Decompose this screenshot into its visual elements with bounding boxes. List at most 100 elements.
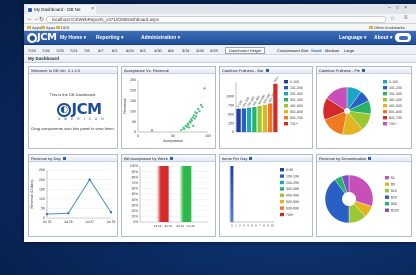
legend-label: 300-399: [286, 187, 299, 191]
legend-label: 601-700: [389, 116, 402, 120]
legend-label: 500-599: [286, 200, 299, 204]
x-tick-label: 0: [231, 224, 233, 228]
legend-swatch: [280, 200, 284, 204]
y-tick-label: 100%: [130, 164, 138, 168]
legend-swatch: [383, 104, 387, 108]
nav-language[interactable]: Language ▾: [339, 35, 367, 41]
legend-swatch: [383, 116, 387, 120]
legend-label: 201-300: [290, 92, 303, 96]
legend-label: 701+: [389, 122, 397, 126]
date-filter-1[interactable]: 7/26: [42, 48, 50, 53]
dashboard-toolbar: 7/29 7/26 7/25 7/21 7/8 5/7 6/1 6/24 8/3 4/30 8/8 3…: [24, 45, 416, 55]
close-tab-icon[interactable]: ×: [91, 5, 94, 14]
date-filter-0[interactable]: 7/29: [28, 48, 36, 53]
app-header: ● JCM My Home ▾ Reporting ▾ Administratio…: [24, 31, 416, 45]
pie-hole: [342, 192, 356, 206]
x-tick-label: Jul 23: [43, 220, 52, 224]
nav-administration[interactable]: Administration ▾: [141, 35, 180, 41]
bill-acceptance-bar-chart: 0%10% 20% 30%40% 50%60% 70% 80%90% 100% Jul 16 …: [130, 164, 208, 228]
cashbox-bar-chart: 0 250 500 750 1000 0-100 101-200 201-300 301-400…: [226, 75, 303, 134]
export-icon[interactable]: [169, 157, 173, 161]
dashboard-height-button[interactable]: Dashboard Height: [225, 46, 266, 54]
legend-swatch: [284, 104, 288, 108]
legend-swatch: [385, 208, 389, 212]
y-tick-label: 150: [39, 187, 45, 191]
bar-data-label: 701+: [273, 75, 280, 83]
reload-icon[interactable]: ↻: [39, 16, 44, 23]
series-line: [46, 178, 112, 215]
legend-swatch: [284, 92, 288, 96]
y-tick-label: 20%: [132, 209, 139, 213]
legend-label: 401-500: [389, 104, 402, 108]
scatter-point: [199, 103, 203, 107]
size-compressed[interactable]: Compressed Size: [277, 48, 309, 53]
x-tick-label: 50: [171, 134, 175, 138]
size-small[interactable]: Small: [311, 48, 322, 53]
bookmark-item[interactable]: DDS: [56, 24, 69, 31]
other-bookmarks[interactable]: Other bookmarks: [369, 24, 405, 31]
scatter-point: [195, 115, 198, 118]
x-tick-label: Jul 25: [64, 220, 73, 224]
legend-label: 301-400: [290, 98, 303, 102]
browser-menu-icon[interactable]: ≡: [404, 15, 408, 21]
export-icon[interactable]: [265, 69, 269, 73]
size-medium[interactable]: Medium: [325, 48, 339, 53]
legend-label: 0-100: [389, 80, 398, 84]
date-filter-8[interactable]: 8/3: [140, 48, 146, 53]
dashboard-title: My Dashboard: [24, 55, 416, 63]
y-tick-label: 250: [130, 78, 136, 82]
date-filter-7[interactable]: 6/24: [126, 48, 134, 53]
revenue-line-chart: 050100150200250Revenue (Dollars)Jul 23 Ju…: [30, 168, 115, 224]
y-tick-label: 10%: [132, 215, 139, 219]
legend-label: 601-700: [290, 116, 303, 120]
welcome-logo: ◐ JCM: [49, 100, 109, 118]
scatter-point: [185, 125, 189, 128]
legend-swatch: [385, 202, 389, 206]
size-large[interactable]: Large: [344, 48, 354, 53]
legend-swatch: [280, 187, 284, 191]
date-filter-2[interactable]: 7/25: [56, 48, 64, 53]
nav-about[interactable]: About ▾: [374, 35, 392, 41]
user-badge-icon[interactable]: [395, 33, 411, 42]
acceptance-scatter-chart: 0 50 100 150 200 250 0 50 100 Acceptance Revenue: [123, 78, 211, 143]
nav-my-home[interactable]: My Home ▾: [60, 35, 86, 41]
x-tick-label: 1: [235, 224, 237, 228]
tab-title: My Dashboard - DB Ne: [34, 7, 81, 12]
nav-reporting[interactable]: Reporting ▾: [96, 35, 124, 41]
legend-swatch: [280, 193, 284, 197]
bookmark-item[interactable]: Apps: [41, 24, 55, 31]
bookmark-star-icon[interactable]: ☆: [390, 15, 395, 22]
date-filter-12[interactable]: 3/26: [196, 48, 204, 53]
date-filter-5[interactable]: 5/7: [98, 48, 104, 53]
app-logo[interactable]: ● JCM: [27, 32, 57, 43]
line-point: [45, 212, 49, 216]
legend-label: 301-400: [389, 98, 402, 102]
date-filter-10[interactable]: 8/8: [168, 48, 174, 53]
date-filter-4[interactable]: 7/8: [84, 48, 90, 53]
x-axis-label: Acceptance: [163, 139, 183, 143]
y-tick-label: 0: [232, 130, 234, 134]
export-icon[interactable]: [62, 157, 66, 161]
bar: [252, 107, 257, 132]
welcome-logo-sub: A M E R I C A N: [58, 117, 106, 121]
bill-acceptance-panel: Bill Acceptance by Week 0% 10% 20% 30% 40% 50…: [121, 154, 216, 237]
date-filter-6[interactable]: 6/1: [112, 48, 118, 53]
url-input[interactable]: localhost:/CEWebReports_v371/CEBDashboar…: [46, 15, 386, 23]
legend-swatch: [383, 122, 387, 126]
export-icon[interactable]: [362, 69, 366, 73]
export-icon[interactable]: [368, 157, 372, 161]
bar: [179, 166, 192, 222]
window-controls[interactable]: –□×: [388, 5, 412, 11]
export-icon[interactable]: [249, 157, 253, 161]
y-tick-label: 40%: [132, 198, 139, 202]
browser-tab[interactable]: My Dashboard - DB Ne ×: [26, 5, 96, 14]
bookmark-item[interactable]: Apps: [27, 24, 41, 31]
date-filter-11[interactable]: 3/31: [182, 48, 190, 53]
cashbox-bar-panel: Cashbox Fullness - Bar 0 250 500 750 1000 0-1…: [219, 66, 313, 149]
date-filter-9[interactable]: 4/30: [154, 48, 162, 53]
date-filter-3[interactable]: 7/21: [70, 48, 78, 53]
panel-title: Bill Acceptance by Week: [122, 155, 215, 162]
legend-swatch: [383, 86, 387, 90]
legend-swatch: [284, 80, 288, 84]
date-filter-13[interactable]: 3/29: [210, 48, 218, 53]
